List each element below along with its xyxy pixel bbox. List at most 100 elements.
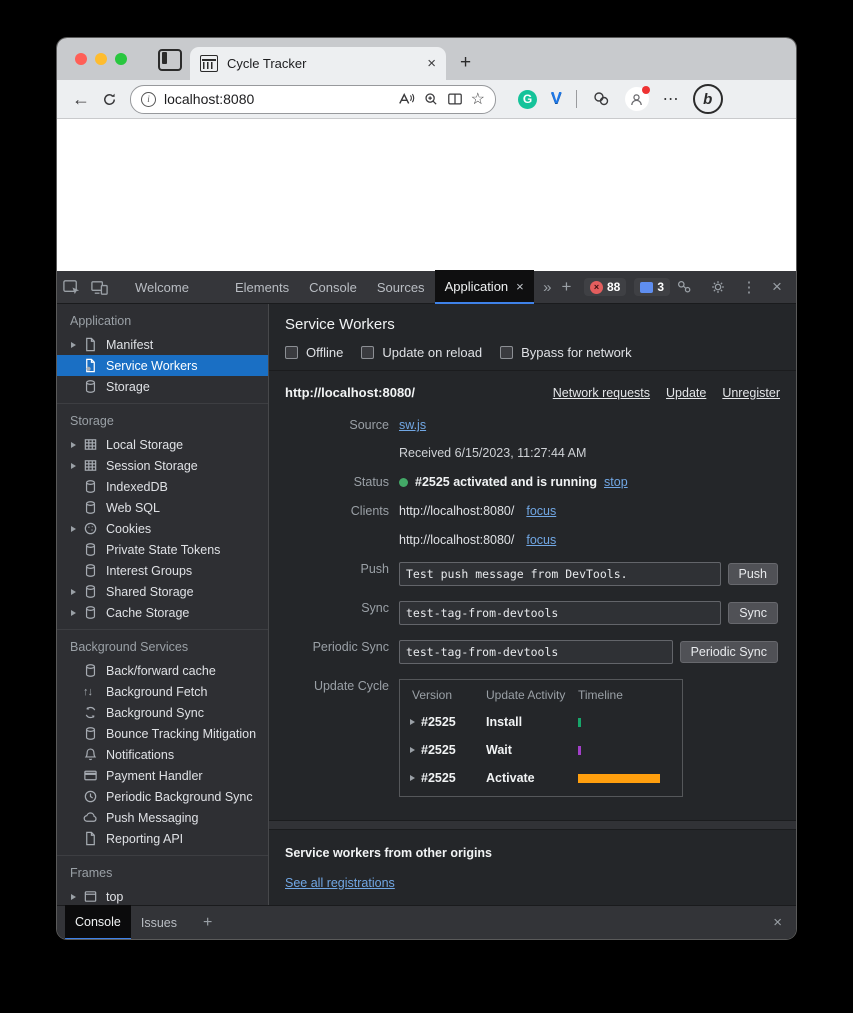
favorites-star-icon[interactable]: ☆ — [471, 89, 485, 109]
received-timestamp: Received 6/15/2023, 11:27:44 AM — [399, 432, 780, 460]
site-info-icon[interactable]: i — [141, 92, 156, 107]
push-input[interactable] — [399, 562, 721, 586]
chevron-right-icon[interactable] — [71, 526, 83, 532]
sidebar-item-periodic-background-sync[interactable]: Periodic Background Sync — [57, 786, 268, 807]
drawer-tab-issues[interactable]: Issues — [131, 906, 187, 939]
tab-console[interactable]: Console — [299, 271, 367, 303]
page-viewport[interactable] — [57, 119, 796, 271]
sidebar-item-background-sync[interactable]: Background Sync — [57, 702, 268, 723]
minimize-window-button[interactable] — [95, 53, 107, 65]
devtools-menu-icon[interactable]: ⋮ — [738, 278, 760, 296]
sidebar-item-interest-groups[interactable]: Interest Groups — [57, 560, 268, 581]
close-window-button[interactable] — [75, 53, 87, 65]
inspect-element-icon[interactable] — [57, 278, 85, 297]
reload-button[interactable] — [101, 91, 118, 108]
chevron-right-icon[interactable] — [71, 610, 83, 616]
sidebar-item-notifications[interactable]: Notifications — [57, 744, 268, 765]
focus-link[interactable]: focus — [526, 504, 556, 518]
sidebar-item-push-messaging[interactable]: Push Messaging — [57, 807, 268, 828]
chevron-right-icon[interactable] — [71, 589, 83, 595]
address-bar[interactable]: i localhost:8080 ☆ — [130, 85, 496, 114]
chevron-right-icon[interactable] — [410, 719, 421, 725]
zoom-icon[interactable] — [423, 91, 439, 107]
chevron-right-icon[interactable] — [410, 775, 421, 781]
update-cycle-row-activate[interactable]: #2525 Activate — [400, 764, 682, 792]
device-toolbar-icon[interactable] — [85, 278, 113, 297]
profile-avatar[interactable] — [625, 87, 649, 111]
focus-link[interactable]: focus — [526, 533, 556, 547]
sidebar-item-cache-storage[interactable]: Cache Storage — [57, 602, 268, 623]
push-button[interactable]: Push — [728, 563, 779, 585]
browser-essentials-icon[interactable] — [591, 89, 611, 109]
source-file-link[interactable]: sw.js — [399, 418, 426, 432]
sidebar-item-reporting-api[interactable]: Reporting API — [57, 828, 268, 849]
tab-application[interactable]: Application × — [435, 270, 534, 304]
chevron-right-icon[interactable] — [71, 894, 83, 900]
message-badge[interactable]: 3 — [634, 278, 670, 296]
update-link[interactable]: Update — [666, 386, 706, 400]
tab-welcome[interactable]: Welcome — [125, 271, 199, 303]
sidebar-item-storage[interactable]: Storage — [57, 376, 268, 397]
url-text[interactable]: localhost:8080 — [164, 91, 389, 107]
sidebar-item-top-frame[interactable]: top — [57, 886, 268, 905]
sync-input[interactable] — [399, 601, 721, 625]
new-tab-button[interactable]: + — [460, 53, 471, 72]
sidebar-item-local-storage[interactable]: Local Storage — [57, 434, 268, 455]
sidebar-item-private-state-tokens[interactable]: Private State Tokens — [57, 539, 268, 560]
tab-overview-icon[interactable] — [158, 49, 182, 71]
client-url: http://localhost:8080/ — [399, 504, 514, 518]
drawer-close-icon[interactable]: × — [773, 914, 782, 931]
sidebar-item-bounce-tracking-mitigation[interactable]: Bounce Tracking Mitigation — [57, 723, 268, 744]
read-aloud-icon[interactable] — [397, 91, 415, 107]
sidebar-item-service-workers[interactable]: Service Workers — [57, 355, 268, 376]
chevron-right-icon[interactable] — [410, 747, 421, 753]
grammarly-extension-icon[interactable]: G — [518, 90, 537, 109]
update-on-reload-checkbox[interactable] — [361, 346, 374, 359]
browser-tab[interactable]: Cycle Tracker × — [190, 47, 446, 80]
update-cycle-row-wait[interactable]: #2525 Wait — [400, 736, 682, 764]
v-extension-icon[interactable]: V — [551, 90, 562, 108]
error-badge[interactable]: × 88 — [584, 278, 626, 296]
chevron-right-icon[interactable] — [71, 442, 83, 448]
focus-mode-icon[interactable] — [670, 278, 698, 296]
periodic-sync-button[interactable]: Periodic Sync — [680, 641, 778, 663]
update-cycle-row-install[interactable]: #2525 Install — [400, 708, 682, 736]
see-all-registrations-link[interactable]: See all registrations — [285, 876, 395, 890]
network-requests-link[interactable]: Network requests — [553, 386, 650, 400]
more-tabs-chevrons-icon[interactable]: » — [538, 279, 557, 296]
sidebar-item-cookies[interactable]: Cookies — [57, 518, 268, 539]
drawer-add-tab-button[interactable]: + — [203, 914, 212, 932]
stop-link[interactable]: stop — [604, 475, 628, 489]
settings-more-button[interactable]: ⋯ — [663, 89, 679, 109]
tab-close-icon[interactable]: × — [427, 56, 436, 71]
sidebar-item-shared-storage[interactable]: Shared Storage — [57, 581, 268, 602]
tab-elements[interactable]: Elements — [225, 271, 299, 303]
devtools-close-icon[interactable]: × — [766, 277, 788, 297]
sidebar-item-payment-handler[interactable]: Payment Handler — [57, 765, 268, 786]
sidebar-item-indexeddb[interactable]: IndexedDB — [57, 476, 268, 497]
unregister-link[interactable]: Unregister — [722, 386, 780, 400]
tab-sources[interactable]: Sources — [367, 271, 435, 303]
offline-checkbox[interactable] — [285, 346, 298, 359]
sidebar-item-web-sql[interactable]: Web SQL — [57, 497, 268, 518]
panel-title: Service Workers — [285, 316, 780, 345]
split-screen-icon[interactable] — [447, 91, 463, 107]
settings-gear-icon[interactable] — [704, 278, 732, 296]
sidebar-item-manifest[interactable]: Manifest — [57, 334, 268, 355]
periodic-sync-input[interactable] — [399, 640, 673, 664]
sync-button[interactable]: Sync — [728, 602, 778, 624]
chevron-right-icon[interactable] — [71, 342, 83, 348]
back-button[interactable]: ← — [69, 89, 93, 110]
drawer-tab-console[interactable]: Console — [65, 905, 131, 939]
bypass-for-network-checkbox[interactable] — [500, 346, 513, 359]
add-panel-button[interactable]: + — [557, 277, 576, 297]
copilot-icon[interactable]: b — [693, 84, 723, 114]
sidebar-item-background-fetch[interactable]: ↑↓ Background Fetch — [57, 681, 268, 702]
tab-application-close-icon[interactable]: × — [516, 279, 524, 294]
section-title: Storage — [57, 412, 268, 434]
sidebar-item-back-forward-cache[interactable]: Back/forward cache — [57, 660, 268, 681]
chevron-right-icon[interactable] — [71, 463, 83, 469]
cloud-icon — [83, 810, 98, 825]
zoom-window-button[interactable] — [115, 53, 127, 65]
sidebar-item-session-storage[interactable]: Session Storage — [57, 455, 268, 476]
